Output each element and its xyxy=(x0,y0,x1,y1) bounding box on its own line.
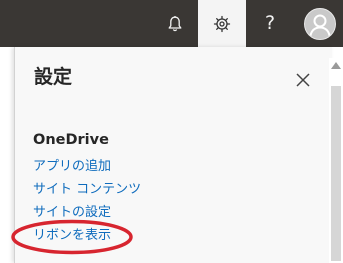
panel-scrollbar[interactable] xyxy=(329,58,343,263)
section-title-onedrive: OneDrive xyxy=(33,132,109,148)
site-contents-link[interactable]: サイト コンテンツ xyxy=(33,183,141,196)
close-icon xyxy=(296,73,310,87)
settings-button[interactable] xyxy=(198,0,246,47)
settings-panel: 設定 OneDrive アプリの追加 サイト コンテンツ サイトの設定 リボンを… xyxy=(14,47,332,263)
bell-icon xyxy=(168,15,182,31)
gear-icon xyxy=(213,15,231,32)
scroll-thumb[interactable] xyxy=(331,86,341,261)
account-button[interactable] xyxy=(296,0,343,47)
help-button[interactable]: ? xyxy=(249,0,291,47)
notifications-button[interactable] xyxy=(155,0,195,47)
close-panel-button[interactable] xyxy=(293,70,313,90)
top-app-bar: ? xyxy=(0,0,343,47)
help-icon: ? xyxy=(264,12,276,34)
user-avatar-icon xyxy=(303,7,336,40)
site-settings-link[interactable]: サイトの設定 xyxy=(33,206,111,219)
panel-title: 設定 xyxy=(34,66,73,88)
add-app-link[interactable]: アプリの追加 xyxy=(33,160,111,173)
show-ribbon-link[interactable]: リボンを表示 xyxy=(33,229,111,242)
scroll-up-arrow-icon[interactable] xyxy=(331,62,341,69)
